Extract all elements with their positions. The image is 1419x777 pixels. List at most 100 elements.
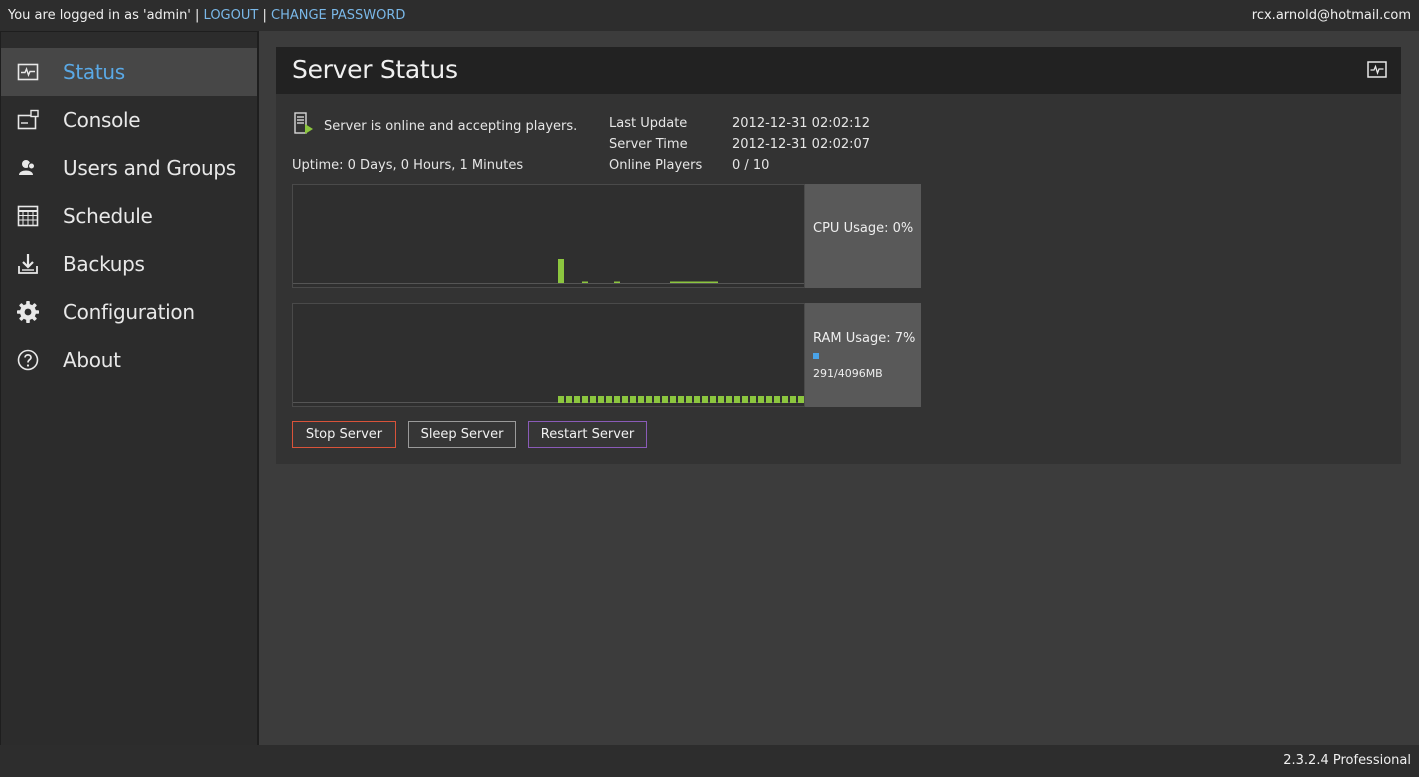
- user-email: rcx.arnold@hotmail.com: [1251, 8, 1411, 23]
- logout-link[interactable]: LOGOUT: [204, 8, 259, 23]
- sidebar-item-backups[interactable]: Backups: [1, 240, 257, 288]
- server-online-icon: [294, 112, 313, 134]
- online-players-value: 0 / 10: [732, 158, 770, 173]
- ram-usage-label: RAM Usage: 7%: [813, 331, 916, 346]
- footer: 2.3.2.4 Professional: [0, 745, 1419, 777]
- nav-list: Status Console Users and Groups Schedule…: [1, 48, 257, 384]
- sidebar-item-label: About: [63, 348, 121, 372]
- graph-bar: [574, 396, 580, 403]
- graph-bar: [582, 281, 588, 283]
- cpu-usage-label: CPU Usage: 0%: [813, 221, 914, 236]
- graph-bar: [688, 281, 694, 283]
- graph-bar: [782, 396, 788, 403]
- stop-server-button[interactable]: Stop Server: [292, 421, 396, 448]
- graph-bar: [558, 259, 564, 283]
- server-status-text: Server is online and accepting players.: [324, 119, 578, 134]
- online-players-label: Online Players: [609, 158, 703, 173]
- users-icon: [19, 160, 35, 175]
- graph-bar: [710, 396, 716, 403]
- page-title: Server Status: [292, 55, 458, 84]
- graph-bar: [622, 396, 628, 403]
- pulse-monitor-icon: [17, 63, 39, 81]
- graph-bar: [718, 396, 724, 403]
- graph-bar: [750, 396, 756, 403]
- graph-bar: [558, 396, 564, 403]
- graph-bar: [712, 281, 718, 283]
- graph-bar: [702, 396, 708, 403]
- graph-bar: [726, 396, 732, 403]
- login-info: You are logged in as 'admin' | LOGOUT | …: [8, 0, 405, 31]
- graph-bar: [682, 281, 688, 283]
- question-circle-icon: [17, 349, 39, 371]
- pulse-monitor-icon: [1367, 61, 1387, 78]
- graph-bar: [630, 396, 636, 403]
- server-time-label: Server Time: [609, 137, 688, 152]
- last-update-label: Last Update: [609, 116, 688, 131]
- graph-bar: [638, 396, 644, 403]
- graph-bar: [758, 396, 764, 403]
- cpu-usage-graph: [292, 184, 805, 288]
- graph-bar: [676, 281, 682, 283]
- graph-bar: [766, 396, 772, 403]
- restart-server-button[interactable]: Restart Server: [528, 421, 647, 448]
- graph-bar: [654, 396, 660, 403]
- graph-bar: [606, 396, 612, 403]
- graph-bar: [582, 396, 588, 403]
- console-icon: [17, 109, 39, 130]
- ram-usage-chart: [293, 396, 804, 403]
- sidebar-item-status[interactable]: Status: [1, 48, 257, 96]
- cpu-usage-gauge: CPU Usage: 0%: [805, 184, 921, 288]
- sidebar-item-label: Backups: [63, 252, 145, 276]
- panel-header: Server Status: [276, 47, 1401, 94]
- version-text: 2.3.2.4 Professional: [1283, 753, 1411, 768]
- sidebar: Status Console Users and Groups Schedule…: [0, 31, 259, 745]
- graph-bar: [662, 396, 668, 403]
- last-update-value: 2012-12-31 02:02:12: [732, 116, 871, 131]
- graph-bar: [694, 281, 700, 283]
- sidebar-item-users-and-groups[interactable]: Users and Groups: [1, 144, 257, 192]
- graph-bar: [774, 396, 780, 403]
- ram-usage-gauge: RAM Usage: 7% 291/4096MB: [805, 303, 921, 407]
- graph-bar: [706, 281, 712, 283]
- uptime-text: Uptime: 0 Days, 0 Hours, 1 Minutes: [292, 158, 524, 173]
- graph-bar: [566, 396, 572, 403]
- graph-bar: [790, 396, 796, 403]
- graph-bar: [798, 396, 804, 403]
- change-password-link[interactable]: CHANGE PASSWORD: [271, 8, 405, 23]
- graph-bar: [670, 396, 676, 403]
- sidebar-item-about[interactable]: About: [1, 336, 257, 384]
- sidebar-item-label: Users and Groups: [63, 156, 236, 180]
- graph-bar: [686, 396, 692, 403]
- login-status-text: You are logged in as 'admin' |: [8, 8, 200, 23]
- separator: |: [262, 8, 267, 23]
- sidebar-item-label: Schedule: [63, 204, 153, 228]
- graph-bar: [590, 396, 596, 403]
- top-bar: You are logged in as 'admin' | LOGOUT | …: [0, 0, 1419, 31]
- graph-bar: [614, 281, 620, 283]
- sidebar-item-label: Console: [63, 108, 141, 132]
- ram-usage-graph: [292, 303, 805, 407]
- graph-bar: [614, 396, 620, 403]
- gear-icon: [17, 301, 39, 323]
- cpu-usage-chart: [293, 259, 804, 284]
- sidebar-item-label: Status: [63, 60, 125, 84]
- calendar-grid-icon: [17, 205, 39, 227]
- graph-bar: [734, 396, 740, 403]
- graph-bar: [646, 396, 652, 403]
- server-status-panel: Server Status Server is online and accep…: [276, 47, 1401, 464]
- sidebar-item-label: Configuration: [63, 300, 195, 324]
- ram-usage-detail: 291/4096MB: [813, 367, 883, 380]
- sidebar-item-configuration[interactable]: Configuration: [1, 288, 257, 336]
- graph-bar: [742, 396, 748, 403]
- download-tray-icon: [18, 254, 38, 274]
- graph-bar: [694, 396, 700, 403]
- sidebar-item-console[interactable]: Console: [1, 96, 257, 144]
- graph-bar: [670, 281, 676, 283]
- graph-bar: [678, 396, 684, 403]
- sleep-server-button[interactable]: Sleep Server: [408, 421, 516, 448]
- ram-indicator: [813, 353, 819, 359]
- graph-bar: [598, 396, 604, 403]
- graph-bar: [700, 281, 706, 283]
- sidebar-item-schedule[interactable]: Schedule: [1, 192, 257, 240]
- server-time-value: 2012-12-31 02:02:07: [732, 137, 871, 152]
